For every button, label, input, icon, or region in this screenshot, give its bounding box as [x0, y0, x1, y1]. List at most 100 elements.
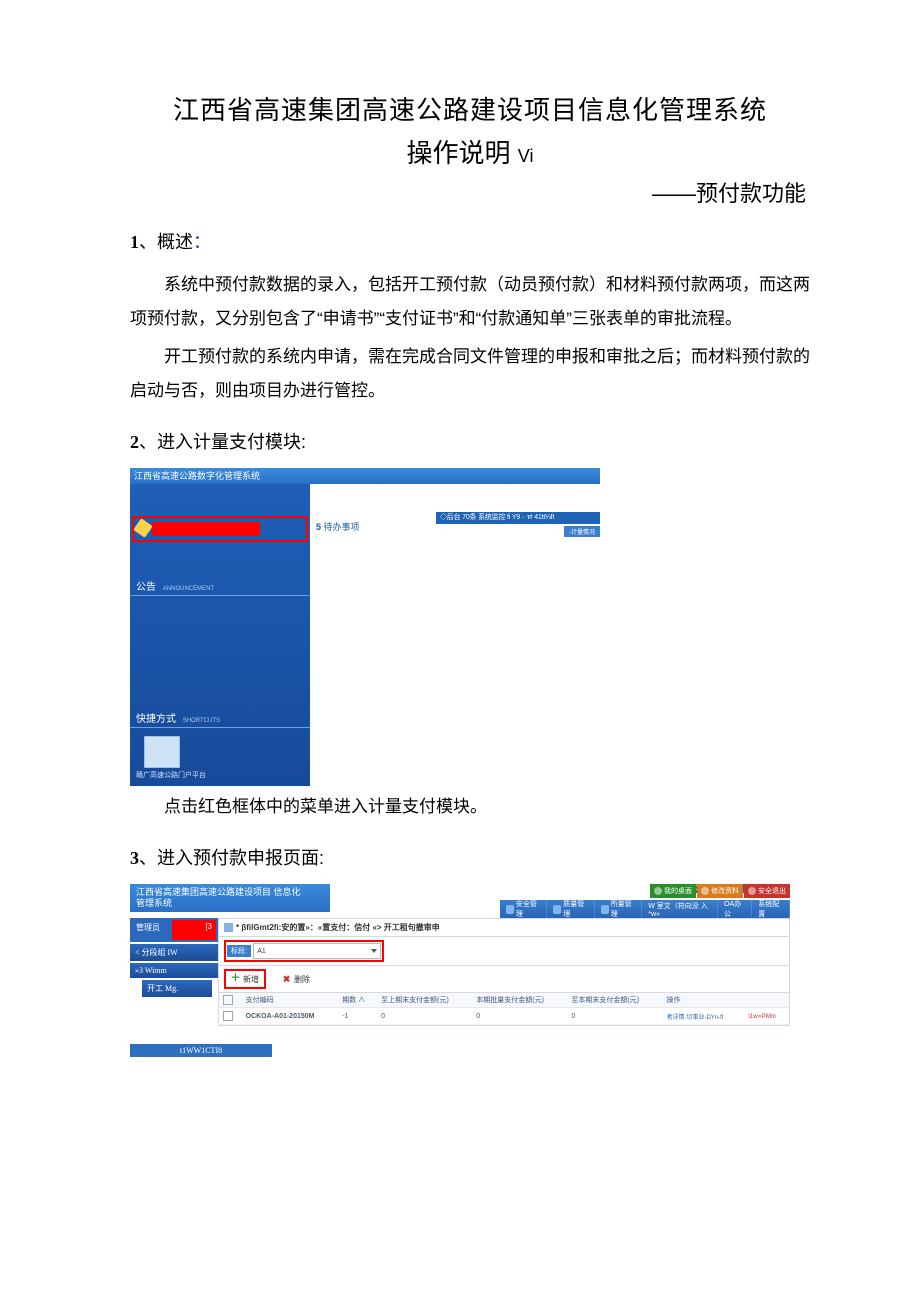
doc-title-line1: 江西省高速集团高速公路建设项目信息化管理系统	[130, 90, 810, 127]
sec1-colon: ：	[193, 232, 211, 252]
cell-ops-right[interactable]: I1w∝PMm	[744, 1008, 789, 1025]
sec1-text: 、概述	[139, 232, 193, 252]
btn-logout-label: 安全退出	[758, 886, 786, 896]
shot2-logo: 江西省高速集团高速公路建设项目 信息化 管理系统	[130, 884, 330, 912]
portal-icon[interactable]	[144, 736, 180, 768]
th-prev: 至上期末支付金额(元)	[377, 993, 472, 1008]
shot1-red-fill	[152, 522, 260, 536]
sec1-para1: 系统中预付款数据的录入，包括开工预付款（动员预付款）和材料预付款两项，而这两项预…	[130, 268, 810, 336]
tab-quality-label: 质量管理	[563, 899, 588, 919]
tab-sys-label: 系统配置	[758, 899, 783, 919]
th-ops: 操作	[662, 993, 744, 1008]
rpanel-tag[interactable]: -计量情况	[564, 526, 600, 537]
footer-blue-bar: t1WW1CTI8	[130, 1044, 272, 1057]
nav-tabs: 安全管理 质量管理 所量管理 W 室文（符向没 入*w» OA办公 系统配置	[500, 900, 790, 918]
th-period[interactable]: 期数 ∧	[338, 993, 377, 1008]
section-3-heading: 3、进入预付款申报页面:	[130, 844, 810, 870]
screenshot-1: 江西省高速公路数字化管理系统 公告 ANNOUNCEMENT 快捷方式 SHOR…	[130, 468, 600, 786]
sidebar-item-kg[interactable]: 开工 Mg.	[142, 980, 212, 997]
filter-redframe: 标段: A1	[224, 940, 384, 962]
sec2-text: 、进入计量支付模块	[139, 432, 301, 452]
cell-curr: 0	[472, 1008, 567, 1025]
section-1-heading: 1、概述：	[130, 228, 810, 254]
crumb-text: * βfilGmt2fi:安的置»：«置支付：信付 «> 开工租句撤审申	[236, 922, 440, 933]
tab-oa[interactable]: OA办公	[718, 900, 752, 918]
doc-subtitle: ——预付款功能	[130, 176, 810, 208]
profile-icon	[701, 887, 709, 895]
sidebar-shortcuts[interactable]: 快捷方式 SHORTCUTS	[130, 706, 310, 728]
portal-label: 赣广高速公路门户平台	[136, 770, 310, 780]
add-button[interactable]: 新增	[243, 974, 259, 985]
sidebar-item-section[interactable]: < 分段组 IW	[130, 944, 218, 961]
shot2-content: * βfilGmt2fi:安的置»：«置支付：信付 «> 开工租句撤审申 标段:…	[218, 918, 790, 1026]
title2-sub: Vi	[518, 146, 534, 166]
btn-logout[interactable]: 安全退出	[744, 884, 790, 898]
sidebar-kg-label: 开工 Mg.	[147, 984, 178, 993]
th-extra	[744, 993, 789, 1008]
sidebar-item-wimm[interactable]: »3 Wimm	[130, 963, 218, 978]
filter-row: 标段: A1	[219, 937, 789, 966]
top-right-buttons: 我的桌面 修改资料 安全退出	[650, 884, 790, 898]
add-button-redframe: ＋ 新增	[224, 969, 266, 989]
title2-main: 操作说明	[407, 138, 511, 168]
shot1-right-panel: ◇后台 70条 系统监控 fi Y9 ∙∙ τ∕r 41tt¼ft -计量情况	[436, 512, 600, 537]
kjfs-label: 快捷方式	[136, 714, 176, 725]
tab-wdoc[interactable]: W 室文（符向没 入*w»	[642, 900, 718, 918]
tab-quality[interactable]: 质量管理	[547, 900, 594, 918]
payment-table: 支付编码 期数 ∧ 至上期末支付金额(元) 本期批量支付金額(元) 至本期末支付…	[219, 993, 789, 1025]
btn-desktop-label: 我的桌面	[664, 886, 692, 896]
sec1-num: 1	[130, 232, 139, 252]
breadcrumb: * βfilGmt2fi:安的置»：«置支付：信付 «> 开工租句撤审申	[219, 919, 789, 937]
sec2-num: 2	[130, 432, 139, 452]
logo-line1: 江西省高速集团高速公路建设项目 信息化	[136, 887, 324, 898]
bid-section-select[interactable]: A1	[253, 943, 381, 959]
kjfs-en: SHORTCUTS	[183, 718, 220, 724]
table-header-row: 支付编码 期数 ∧ 至上期末支付金额(元) 本期批量支付金額(元) 至本期末支付…	[219, 993, 789, 1008]
btn-profile-label: 修改资料	[711, 886, 739, 896]
logo-line2: 管理系统	[136, 898, 324, 909]
cell-period: -1	[338, 1008, 377, 1025]
table-row[interactable]: OCKOA-A01-20150M -1 0 0 0 者详情·切事业-DYn-ft…	[219, 1008, 789, 1025]
tab-measure[interactable]: 所量管理	[595, 900, 642, 918]
shot1-main: 5 待办事项 ◇后台 70条 系统监控 fi Y9 ∙∙ τ∕r 41tt¼ft…	[310, 484, 600, 786]
sec2-caption: 点击红色框体中的菜单进入计量支付模块。	[130, 790, 810, 824]
quality-icon	[553, 905, 561, 914]
cell-code: OCKOA-A01-20150M	[242, 1008, 339, 1025]
tab-safety-label: 安全管理	[516, 899, 541, 919]
plus-icon: ＋	[231, 975, 240, 984]
sec3-text: 、进入预付款申报页面	[139, 848, 319, 868]
tab-measure-label: 所量管理	[611, 899, 636, 919]
btn-profile[interactable]: 修改资料	[697, 884, 743, 898]
screenshot-2: 江西省高速集团高速公路建设项目 信息化 管理系统 2OU%G3AP4 ∫| 我的…	[130, 884, 790, 1026]
cell-prev: 0	[377, 1008, 472, 1025]
checkbox-all[interactable]	[223, 995, 233, 1005]
safety-icon	[506, 905, 514, 914]
delete-button[interactable]: ✖ 删除	[282, 974, 310, 985]
admin-suffix: [3	[205, 922, 212, 931]
cell-sum: 0	[567, 1008, 662, 1025]
sec2-colon: :	[301, 432, 306, 452]
btn-desktop[interactable]: 我的桌面	[650, 884, 696, 898]
bid-section-label: 标段:	[227, 945, 251, 957]
admin-label: 管理员	[136, 922, 160, 933]
tab-oa-label: OA办公	[724, 899, 745, 919]
gonggao-en: ANNOUNCEMENT	[163, 586, 214, 592]
delete-label: 删除	[294, 974, 310, 985]
tab-safety[interactable]: 安全管理	[500, 900, 547, 918]
th-sum: 至本期末支付金額(元)	[567, 993, 662, 1008]
x-icon: ✖	[282, 975, 291, 984]
tab-wdoc-label: W 室文（符向没 入*w»	[648, 901, 711, 918]
cell-ops-left[interactable]: 者详情·切事业-DYn-ft	[662, 1008, 744, 1025]
rpanel-bar: ◇后台 70条 系统监控 fi Y9 ∙∙ τ∕r 41tt¼ft	[436, 512, 600, 524]
sec1-para2: 开工预付款的系统内申请，需在完成合同文件管理的申报和审批之后；而材料预付款的启动…	[130, 340, 810, 408]
row-checkbox[interactable]	[223, 1011, 233, 1021]
todo-label: 待办事项	[321, 522, 360, 532]
sidebar-fendl-label: < 分段组 IW	[135, 948, 178, 957]
shot1-system-title: 江西省高速公路数字化管理系统	[130, 468, 600, 484]
sidebar-announcement[interactable]: 公告 ANNOUNCEMENT	[130, 574, 310, 596]
sidebar-admin[interactable]: 管理员 [3	[130, 918, 218, 942]
shot1-sidebar: 公告 ANNOUNCEMENT 快捷方式 SHORTCUTS 赣广高速公路门户平…	[130, 484, 310, 786]
tab-sys[interactable]: 系统配置	[752, 900, 790, 918]
logout-icon	[748, 887, 756, 895]
home-icon[interactable]	[224, 923, 233, 932]
